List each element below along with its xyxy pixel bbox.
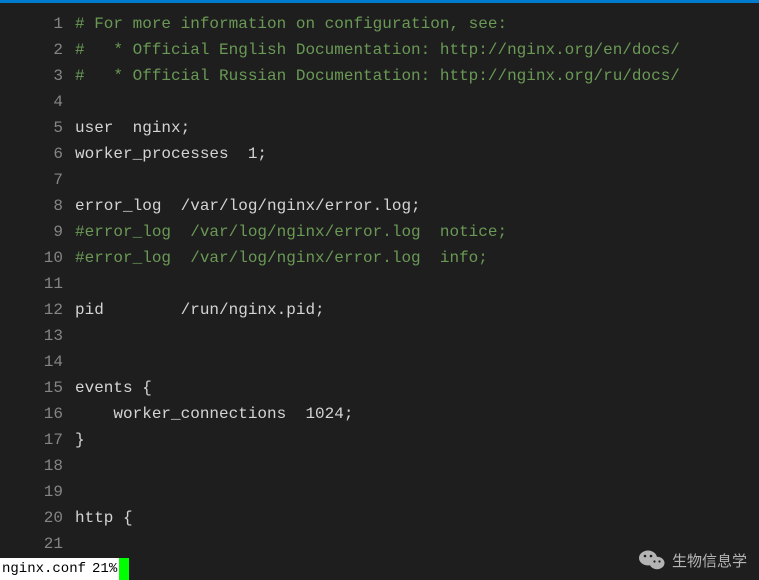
line-number: 5 xyxy=(0,115,75,141)
line-number: 2 xyxy=(0,37,75,63)
code-token: error_log /var/log/nginx/error.log; xyxy=(75,197,421,215)
line-content[interactable]: # * Official Russian Documentation: http… xyxy=(75,63,680,89)
line-content[interactable]: http { xyxy=(75,505,133,531)
code-line[interactable]: 17} xyxy=(0,427,759,453)
status-bar: nginx.conf 21% xyxy=(0,558,129,580)
status-cursor-block xyxy=(119,558,129,580)
line-number: 8 xyxy=(0,193,75,219)
line-content[interactable]: } xyxy=(75,427,85,453)
line-content[interactable]: # * Official English Documentation: http… xyxy=(75,37,680,63)
code-line[interactable]: 12pid /run/nginx.pid; xyxy=(0,297,759,323)
code-line[interactable]: 9#error_log /var/log/nginx/error.log not… xyxy=(0,219,759,245)
comment-token: #error_log /var/log/nginx/error.log info… xyxy=(75,249,488,267)
code-line[interactable]: 6worker_processes 1; xyxy=(0,141,759,167)
code-line[interactable]: 20http { xyxy=(0,505,759,531)
code-editor[interactable]: 1# For more information on configuration… xyxy=(0,3,759,557)
line-number: 10 xyxy=(0,245,75,271)
comment-token: # For more information on configuration,… xyxy=(75,15,507,33)
wechat-watermark: 生物信息学 xyxy=(638,548,747,572)
comment-token: # * Official Russian Documentation: http… xyxy=(75,67,680,85)
line-number: 19 xyxy=(0,479,75,505)
code-line[interactable]: 15events { xyxy=(0,375,759,401)
line-number: 21 xyxy=(0,531,75,557)
code-line[interactable]: 10#error_log /var/log/nginx/error.log in… xyxy=(0,245,759,271)
code-line[interactable]: 16 worker_connections 1024; xyxy=(0,401,759,427)
wechat-label: 生物信息学 xyxy=(672,550,747,571)
line-number: 9 xyxy=(0,219,75,245)
code-line[interactable]: 5user nginx; xyxy=(0,115,759,141)
line-number: 6 xyxy=(0,141,75,167)
code-line[interactable]: 4 xyxy=(0,89,759,115)
comment-token: #error_log /var/log/nginx/error.log noti… xyxy=(75,223,507,241)
code-token: user nginx; xyxy=(75,119,190,137)
wechat-icon xyxy=(638,548,666,572)
line-content[interactable]: worker_processes 1; xyxy=(75,141,267,167)
code-token: } xyxy=(75,431,85,449)
line-number: 16 xyxy=(0,401,75,427)
comment-token: # * Official English Documentation: http… xyxy=(75,41,680,59)
code-line[interactable]: 3# * Official Russian Documentation: htt… xyxy=(0,63,759,89)
code-token: pid /run/nginx.pid; xyxy=(75,301,325,319)
line-number: 4 xyxy=(0,89,75,115)
code-line[interactable]: 18 xyxy=(0,453,759,479)
code-token: events { xyxy=(75,379,152,397)
code-token: worker_connections 1024; xyxy=(75,405,353,423)
code-token: http { xyxy=(75,509,133,527)
code-line[interactable]: 1# For more information on configuration… xyxy=(0,11,759,37)
code-line[interactable]: 8error_log /var/log/nginx/error.log; xyxy=(0,193,759,219)
line-content[interactable]: events { xyxy=(75,375,152,401)
line-number: 12 xyxy=(0,297,75,323)
line-number: 14 xyxy=(0,349,75,375)
line-number: 15 xyxy=(0,375,75,401)
line-number: 7 xyxy=(0,167,75,193)
code-line[interactable]: 11 xyxy=(0,271,759,297)
line-content[interactable]: pid /run/nginx.pid; xyxy=(75,297,325,323)
line-content[interactable]: #error_log /var/log/nginx/error.log noti… xyxy=(75,219,507,245)
status-percent: 21% xyxy=(90,561,119,577)
line-number: 17 xyxy=(0,427,75,453)
code-line[interactable]: 14 xyxy=(0,349,759,375)
line-number: 11 xyxy=(0,271,75,297)
line-content[interactable]: user nginx; xyxy=(75,115,190,141)
line-content[interactable]: # For more information on configuration,… xyxy=(75,11,507,37)
line-number: 18 xyxy=(0,453,75,479)
code-token: worker_processes 1; xyxy=(75,145,267,163)
line-content[interactable]: worker_connections 1024; xyxy=(75,401,353,427)
code-line[interactable]: 7 xyxy=(0,167,759,193)
code-line[interactable]: 19 xyxy=(0,479,759,505)
line-number: 13 xyxy=(0,323,75,349)
code-line[interactable]: 13 xyxy=(0,323,759,349)
line-number: 1 xyxy=(0,11,75,37)
code-line[interactable]: 2# * Official English Documentation: htt… xyxy=(0,37,759,63)
line-content[interactable]: error_log /var/log/nginx/error.log; xyxy=(75,193,421,219)
line-number: 3 xyxy=(0,63,75,89)
status-filename: nginx.conf xyxy=(0,561,90,577)
line-content[interactable]: #error_log /var/log/nginx/error.log info… xyxy=(75,245,488,271)
line-number: 20 xyxy=(0,505,75,531)
